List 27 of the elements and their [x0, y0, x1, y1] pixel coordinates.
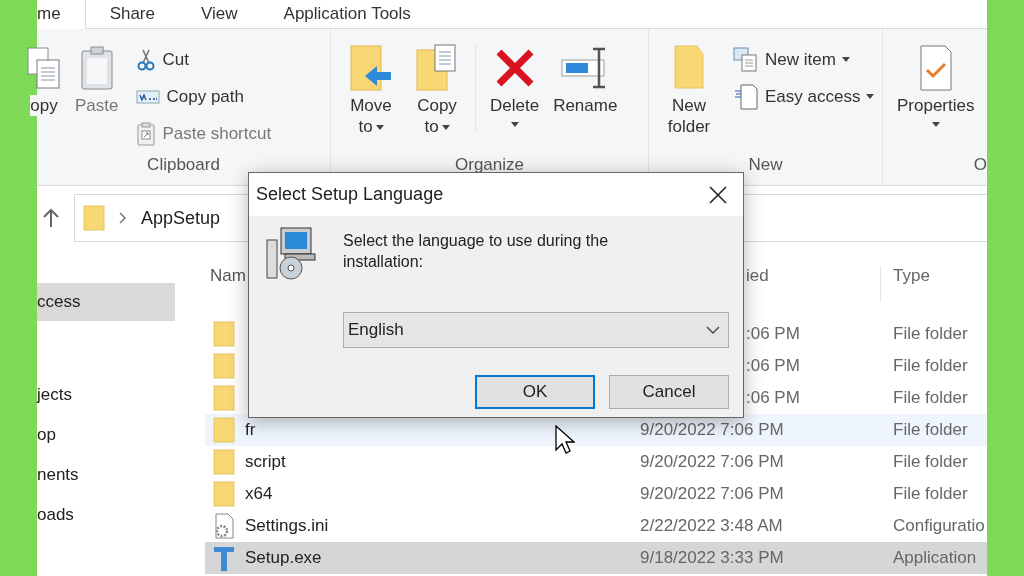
file-name: Settings.ini: [245, 516, 329, 536]
file-name: fr: [245, 420, 256, 440]
file-type: File folder: [893, 484, 968, 503]
date-modified: 9/20/2022 7:06 PM: [640, 452, 784, 471]
dialog-title: Select Setup Language: [256, 184, 444, 205]
file-type: Configuratio: [893, 516, 985, 535]
group-label: Organize: [454, 155, 525, 176]
date-modified: :06 PM: [746, 388, 800, 407]
date-modified: 9/20/2022 7:06 PM: [640, 420, 784, 439]
date-modified: :06 PM: [746, 356, 800, 375]
date-modified: 9/20/2022 7:06 PM: [640, 484, 784, 503]
date-modified: :06 PM: [746, 324, 800, 343]
group-label: Clipboard: [146, 155, 221, 176]
date-modified: 9/18/2022 3:33 PM: [640, 548, 784, 567]
group-label: New: [747, 155, 784, 176]
file-type: File folder: [893, 356, 968, 375]
date-modified: 2/22/2022 3:48 AM: [640, 516, 783, 535]
file-name: Setup.exe: [245, 548, 322, 568]
file-type: File folder: [893, 324, 968, 343]
group-label: O: [972, 155, 987, 176]
file-type: File folder: [893, 388, 968, 407]
file-name: x64: [245, 484, 273, 504]
file-type: File folder: [893, 452, 968, 471]
file-name: script: [245, 452, 286, 472]
file-type: File folder: [893, 420, 968, 439]
dialog-message: Select the language to use during the installation:: [343, 231, 610, 272]
file-type: Application: [893, 548, 977, 567]
